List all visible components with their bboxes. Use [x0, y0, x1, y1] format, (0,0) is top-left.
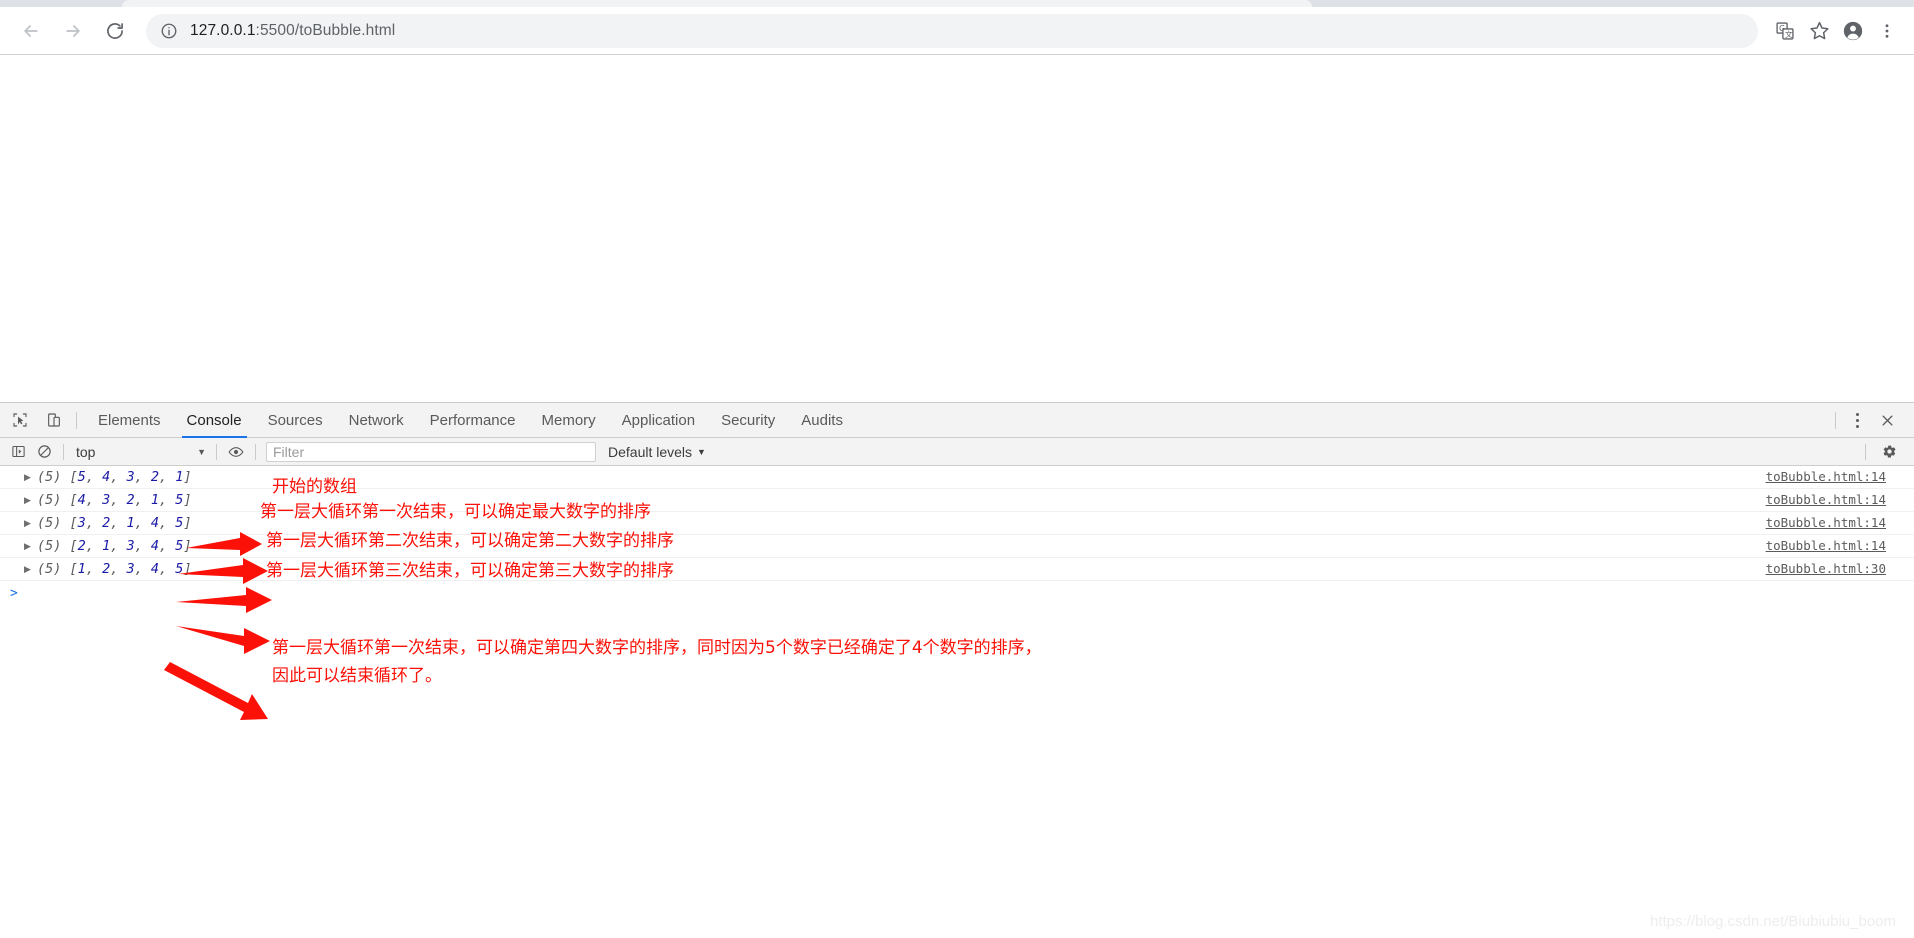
toolbar-divider [76, 411, 77, 429]
tab-sources-label: Sources [267, 411, 323, 429]
console-filter-bar: top ▼ Filter Default levels ▼ [0, 438, 1914, 466]
url-path: :5500/toBubble.html [255, 21, 396, 39]
expand-arrow-icon[interactable]: ▶ [24, 518, 37, 528]
tab-application[interactable]: Application [609, 403, 708, 438]
chevron-down-icon: ▼ [197, 446, 206, 457]
profile-avatar-icon[interactable] [1836, 14, 1870, 48]
expand-arrow-icon[interactable]: ▶ [24, 472, 37, 482]
devtools-tabbar-actions [1827, 403, 1914, 437]
console-log-levels-label: Default levels [608, 443, 693, 460]
console-context-selector[interactable]: top ▼ [70, 444, 210, 460]
tab-performance-label: Performance [429, 411, 516, 429]
tab-sources[interactable]: Sources [255, 403, 336, 438]
expand-arrow-icon[interactable]: ▶ [24, 541, 37, 551]
expand-arrow-icon[interactable]: ▶ [24, 564, 37, 574]
annotation-text: 第一层大循环第一次结束，可以确定第四大数字的排序，同时因为5个数字已经确定了4个… [272, 638, 1042, 658]
bookmark-star-icon[interactable] [1802, 14, 1836, 48]
translate-icon[interactable]: G 文 [1768, 14, 1802, 48]
address-bar[interactable]: 127.0.0.1:5500/toBubble.html [146, 13, 1758, 48]
url-host: 127.0.0.1 [190, 21, 256, 39]
filterbar-right-actions [1859, 441, 1914, 463]
console-filter-input[interactable]: Filter [266, 441, 596, 462]
annotation-text: 因此可以结束循环了。 [272, 666, 442, 686]
console-row-source-link[interactable]: toBubble.html:14 [1766, 469, 1886, 484]
clear-console-icon[interactable] [31, 441, 57, 463]
page-viewport [0, 56, 1914, 402]
three-dot-menu-icon[interactable] [1870, 14, 1904, 48]
annotation-text: 第一层大循环第一次结束，可以确定最大数字的排序 [260, 502, 651, 522]
tab-memory[interactable]: Memory [529, 403, 609, 438]
tab-application-label: Application [621, 411, 696, 429]
tab-network-label: Network [348, 411, 404, 429]
reload-button[interactable] [98, 14, 132, 48]
console-filter-placeholder: Filter [273, 443, 305, 460]
active-tab[interactable] [122, 0, 1312, 7]
console-output: ▶ (5) [5, 4, 3, 2, 1] toBubble.html:14 ▶ (5)… [0, 466, 1914, 938]
browser-window: 127.0.0.1:5500/toBubble.html G 文 Element… [0, 0, 1914, 938]
console-row-source-link[interactable]: toBubble.html:14 [1766, 492, 1886, 507]
console-context-label: top [76, 443, 96, 460]
watermark: https://blog.csdn.net/Biubiubiu_boom [1650, 913, 1896, 930]
site-info-icon[interactable] [160, 22, 178, 40]
filterbar-divider-3 [255, 443, 256, 460]
annotation-text: 开始的数组 [272, 477, 357, 497]
tab-elements[interactable]: Elements [85, 403, 174, 438]
console-row-source-link[interactable]: toBubble.html:14 [1766, 538, 1886, 553]
inspect-element-icon[interactable] [6, 406, 34, 434]
console-row-value: (5) [3, 2, 1, 4, 5] [37, 515, 192, 531]
tab-console-label: Console [186, 411, 242, 429]
tab-performance[interactable]: Performance [417, 403, 529, 438]
tab-security-label: Security [721, 411, 776, 429]
tab-elements-label: Elements [98, 411, 161, 429]
tab-console[interactable]: Console [174, 403, 255, 438]
svg-text:文: 文 [1785, 28, 1793, 38]
tab-security[interactable]: Security [708, 403, 788, 438]
tab-memory-label: Memory [541, 411, 596, 429]
devtools-more-menu-icon[interactable] [1844, 407, 1870, 433]
devtools-panel: Elements Console Sources Network Perform… [0, 402, 1914, 938]
annotation-text: 第一层大循环第三次结束，可以确定第三大数字的排序 [266, 561, 674, 581]
filterbar-divider-4 [1865, 443, 1866, 460]
console-row-source-link[interactable]: toBubble.html:14 [1766, 515, 1886, 530]
tab-strip [0, 0, 1914, 7]
live-expression-eye-icon[interactable] [223, 441, 249, 463]
console-settings-gear-icon[interactable] [1872, 441, 1906, 463]
console-row-value: (5) [4, 3, 2, 1, 5] [37, 492, 192, 508]
console-row-source-link[interactable]: toBubble.html:30 [1766, 561, 1886, 576]
chevron-down-icon: ▼ [697, 446, 706, 457]
console-sidebar-toggle-icon[interactable] [5, 441, 31, 463]
console-log-levels-dropdown[interactable]: Default levels ▼ [608, 444, 706, 460]
filterbar-divider-2 [216, 443, 217, 460]
devtools-tabbar: Elements Console Sources Network Perform… [0, 403, 1914, 438]
browser-toolbar: 127.0.0.1:5500/toBubble.html G 文 [0, 7, 1914, 55]
close-devtools-icon[interactable] [1870, 407, 1904, 433]
annotation-text: 第一层大循环第二次结束，可以确定第二大数字的排序 [266, 531, 674, 551]
tab-audits[interactable]: Audits [788, 403, 856, 438]
console-row-value: (5) [5, 4, 3, 2, 1] [37, 469, 192, 485]
back-button[interactable] [14, 14, 48, 48]
device-toolbar-icon[interactable] [40, 406, 68, 434]
tab-audits-label: Audits [801, 411, 843, 429]
forward-button[interactable] [56, 14, 90, 48]
console-row-value: (5) [1, 2, 3, 4, 5] [37, 561, 192, 577]
address-bar-url: 127.0.0.1:5500/toBubble.html [190, 22, 395, 40]
tab-network[interactable]: Network [336, 403, 417, 438]
tabbar-divider [1835, 411, 1836, 429]
filterbar-divider-1 [63, 443, 64, 460]
expand-arrow-icon[interactable]: ▶ [24, 495, 37, 505]
console-prompt-caret: > [10, 585, 18, 601]
console-row-value: (5) [2, 1, 3, 4, 5] [37, 538, 192, 554]
